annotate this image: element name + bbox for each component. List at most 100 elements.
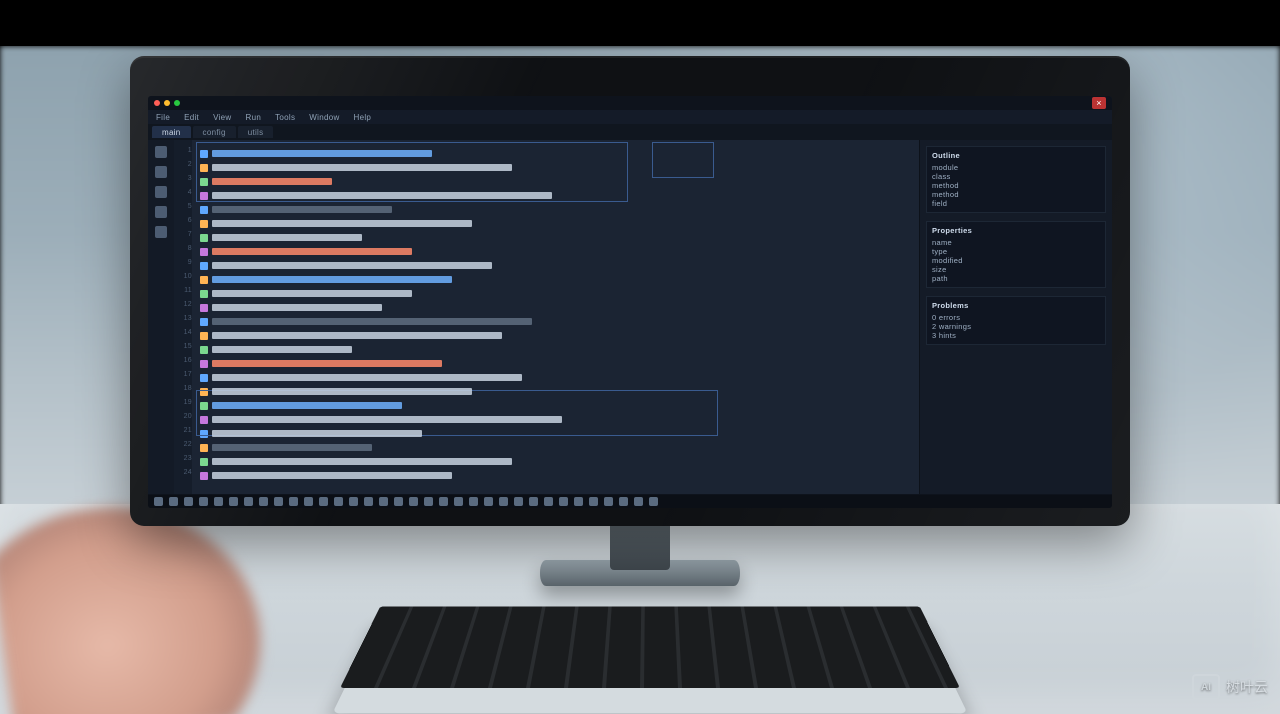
code-line[interactable] [200,244,911,258]
screen: File Edit View Run Tools Window Help mainconfi… [148,96,1112,508]
tab-main[interactable]: main [152,126,191,138]
code-line[interactable] [200,440,911,454]
menu-tools[interactable]: Tools [275,113,295,122]
taskbar-icon[interactable] [529,497,538,506]
code-line[interactable] [200,230,911,244]
panel-item[interactable]: method [932,181,1100,190]
taskbar-icon[interactable] [499,497,508,506]
taskbar-icon[interactable] [649,497,658,506]
window-titlebar[interactable] [148,96,1112,110]
code-line[interactable] [200,468,911,482]
taskbar-icon[interactable] [409,497,418,506]
code-line[interactable] [200,342,911,356]
panel-item[interactable]: path [932,274,1100,283]
taskbar-icon[interactable] [199,497,208,506]
code-line[interactable] [200,300,911,314]
search-icon[interactable] [155,166,167,178]
watermark: AI 树叶云 [1192,674,1268,700]
code-line[interactable] [200,314,911,328]
code-line[interactable] [200,258,911,272]
taskbar-icon[interactable] [454,497,463,506]
panel-item[interactable]: type [932,247,1100,256]
panel-item[interactable]: 2 warnings [932,322,1100,331]
code-editor[interactable] [192,140,919,494]
traffic-light-min-icon[interactable] [164,100,170,106]
watermark-badge-icon: AI [1192,674,1220,700]
taskbar-icon[interactable] [214,497,223,506]
traffic-light-close-icon[interactable] [154,100,160,106]
side-panel[interactable]: OutlinemoduleclassmethodmethodfieldPrope… [919,140,1112,494]
panel-item[interactable]: class [932,172,1100,181]
taskbar-icon[interactable] [604,497,613,506]
code-line[interactable] [200,370,911,384]
panel-properties[interactable]: Properties nametypemodifiedsizepath [926,221,1106,288]
taskbar-icon[interactable] [574,497,583,506]
menu-view[interactable]: View [213,113,231,122]
panel-problems[interactable]: Problems0 errors2 warnings3 hints [926,296,1106,345]
taskbar-icon[interactable] [439,497,448,506]
taskbar-icon[interactable] [394,497,403,506]
code-line[interactable] [200,202,911,216]
code-line[interactable] [200,454,911,468]
code-line[interactable] [200,356,911,370]
taskbar-icon[interactable] [469,497,478,506]
panel-item[interactable]: modified [932,256,1100,265]
tab-config[interactable]: config [193,126,236,138]
menu-bar[interactable]: File Edit View Run Tools Window Help [148,110,1112,124]
taskbar-icon[interactable] [184,497,193,506]
taskbar-icon[interactable] [319,497,328,506]
taskbar-icon[interactable] [484,497,493,506]
selection-box-3 [196,390,718,436]
taskbar-icon[interactable] [514,497,523,506]
tab-utils[interactable]: utils [238,126,274,138]
taskbar-icon[interactable] [259,497,268,506]
code-line[interactable] [200,272,911,286]
os-taskbar[interactable] [148,495,1112,509]
menu-window[interactable]: Window [309,113,339,122]
activity-bar[interactable] [148,140,174,494]
keyboard [330,536,970,706]
taskbar-icon[interactable] [169,497,178,506]
panel-title: Outline [932,151,1100,160]
taskbar-icon[interactable] [589,497,598,506]
code-line[interactable] [200,328,911,342]
taskbar-icon[interactable] [244,497,253,506]
taskbar-icon[interactable] [304,497,313,506]
panel-outline[interactable]: Outlinemoduleclassmethodmethodfield [926,146,1106,213]
menu-edit[interactable]: Edit [184,113,199,122]
extensions-icon[interactable] [155,226,167,238]
taskbar-icon[interactable] [154,497,163,506]
panel-item[interactable]: field [932,199,1100,208]
taskbar-icon[interactable] [229,497,238,506]
git-icon[interactable] [155,186,167,198]
menu-file[interactable]: File [156,113,170,122]
debug-icon[interactable] [155,206,167,218]
panel-item[interactable]: module [932,163,1100,172]
taskbar-icon[interactable] [274,497,283,506]
panel-item[interactable]: size [932,265,1100,274]
panel-item[interactable]: name [932,238,1100,247]
taskbar-icon[interactable] [619,497,628,506]
taskbar-icon[interactable] [289,497,298,506]
menu-help[interactable]: Help [354,113,372,122]
taskbar-icon[interactable] [364,497,373,506]
code-line[interactable] [200,286,911,300]
close-icon[interactable]: × [1092,97,1106,109]
panel-item[interactable]: 0 errors [932,313,1100,322]
taskbar-icon[interactable] [559,497,568,506]
traffic-light-max-icon[interactable] [174,100,180,106]
tab-bar[interactable]: mainconfigutils× [148,124,1112,140]
panel-title: Properties [932,226,1100,235]
line-number-gutter: 123456789101112131415161718192021222324 [174,140,192,494]
panel-item[interactable]: 3 hints [932,331,1100,340]
code-line[interactable] [200,216,911,230]
explorer-icon[interactable] [155,146,167,158]
taskbar-icon[interactable] [379,497,388,506]
menu-run[interactable]: Run [246,113,262,122]
taskbar-icon[interactable] [634,497,643,506]
taskbar-icon[interactable] [349,497,358,506]
taskbar-icon[interactable] [424,497,433,506]
taskbar-icon[interactable] [334,497,343,506]
taskbar-icon[interactable] [544,497,553,506]
panel-item[interactable]: method [932,190,1100,199]
